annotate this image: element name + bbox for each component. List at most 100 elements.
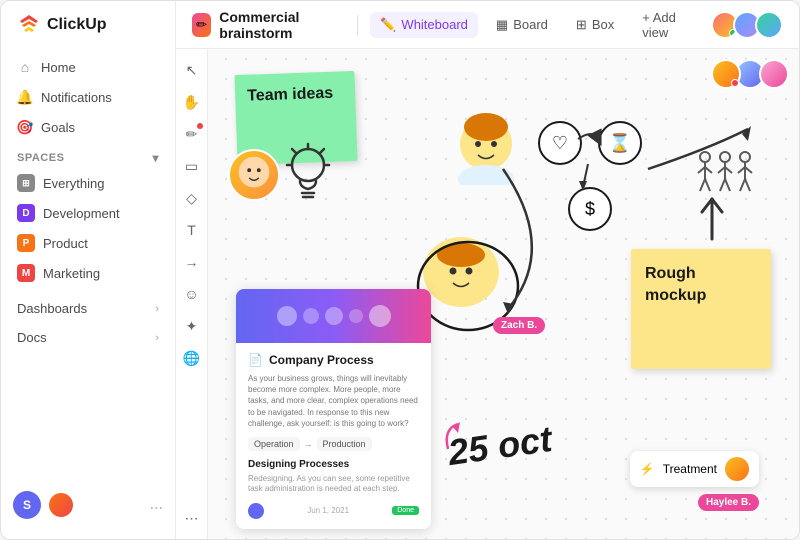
diagram-heart: ♡ [538,121,582,165]
logo[interactable]: ClickUp [1,13,175,53]
whiteboard-icon: ✏️ [380,17,396,33]
flow-from: Operation [248,437,300,451]
tool-sparkle[interactable]: ✦ [179,313,205,339]
card-fig-2 [303,308,319,324]
diagram-hourglass: ⌛ [598,121,642,165]
process-card: 📄 Company Process As your business grows… [236,289,431,529]
treatment-icon: ⚡ [640,462,655,476]
person-face-1 [228,149,280,201]
tool-text[interactable]: T [179,217,205,243]
tool-arrow[interactable]: → [179,249,205,275]
main: ✏ Commercial brainstorm ✏️ Whiteboard ▦ … [176,1,799,539]
card-desc: As your business grows, things will inev… [248,373,419,429]
breadcrumb-title: Commercial brainstorm [219,9,345,41]
home-icon: ⌂ [17,59,33,75]
online-dot-1 [731,79,739,87]
bell-icon: 🔔 [17,89,33,105]
tab-box[interactable]: ⊞ Box [566,12,624,38]
card-fig-5 [369,305,391,327]
sidebar: ClickUp ⌂ Home 🔔 Notifications 🎯 Goals S… [1,1,176,539]
person-avatar-3 [759,59,789,89]
people-group [711,59,789,89]
diagram-dollar: $ [568,187,612,231]
person-3 [423,237,499,307]
card-fig-4 [349,309,363,323]
canvas: ↖ ✋ ✏ ▭ ◇ T → ☺ ✦ 🌐 ⋯ [176,49,799,539]
sidebar-footer: S ... [1,483,175,527]
card-flow: Operation → Production [248,437,419,451]
spaces-header: Spaces ▾ [1,141,175,169]
sidebar-item-notifications[interactable]: 🔔 Notifications [9,83,167,111]
haylee-badge: Haylee B. [698,494,759,511]
sidebar-bottom: Dashboards › Docs › [1,287,175,351]
add-view-button[interactable]: + Add view [632,5,703,45]
card-fig-3 [325,307,343,325]
app-container: ClickUp ⌂ Home 🔔 Notifications 🎯 Goals S… [0,0,800,540]
sidebar-item-goals[interactable]: 🎯 Goals [9,113,167,141]
goals-icon: 🎯 [17,119,33,135]
logo-text: ClickUp [47,16,107,34]
zach-badge: Zach B. [493,317,545,334]
dashboards-section[interactable]: Dashboards › [9,295,167,322]
person-face-2 [448,99,524,185]
spaces-collapse-icon[interactable]: ▾ [152,151,159,165]
card-fig-1 [277,306,297,326]
canvas-toolbar: ↖ ✋ ✏ ▭ ◇ T → ☺ ✦ 🌐 ⋯ [176,49,208,539]
card-avatar [248,503,264,519]
sticky-yellow-text: Rough mockup [645,265,706,304]
tool-diamond[interactable]: ◇ [179,185,205,211]
card-title-row: 📄 Company Process [248,353,419,367]
tab-whiteboard[interactable]: ✏️ Whiteboard [370,12,478,38]
card-title-icon: 📄 [248,353,263,367]
tool-cursor[interactable]: ↖ [179,57,205,83]
marketing-badge: M [17,264,35,282]
sidebar-item-marketing[interactable]: M Marketing [9,259,167,287]
sidebar-item-development[interactable]: D Development [9,199,167,227]
everything-badge: ⊞ [17,174,35,192]
tool-dot [197,123,203,129]
card-subdesc: Redesigning. As you can see, some repeti… [248,474,419,495]
topbar-divider [357,15,358,35]
flow-arrow: → [304,439,313,449]
up-arrow-sketch [697,194,727,251]
card-subtitle: Designing Processes [248,459,419,470]
spaces-list: ⊞ Everything D Development P Product M M… [1,169,175,287]
docs-chevron: › [155,332,159,344]
tool-more[interactable]: ⋯ [179,505,205,531]
treatment-card: ⚡ Treatment [630,451,759,487]
tab-board[interactable]: ▦ Board [486,12,558,38]
lightbulb-sketch [280,139,336,214]
card-header [236,289,431,343]
user-avatar[interactable]: S [13,491,41,519]
sticky-green-text: Team ideas [247,85,334,105]
sidebar-item-everything[interactable]: ⊞ Everything [9,169,167,197]
development-badge: D [17,204,35,222]
topbar: ✏ Commercial brainstorm ✏️ Whiteboard ▦ … [176,1,799,49]
person-2 [448,99,524,185]
person-avatar-1 [711,59,741,89]
topbar-avatar-3 [755,11,783,39]
footer-dots[interactable]: ... [150,496,163,514]
tool-pencil[interactable]: ✏ [179,121,205,147]
tool-rectangle[interactable]: ▭ [179,153,205,179]
date-arrow [438,419,478,459]
tool-hand[interactable]: ✋ [179,89,205,115]
tool-emoji[interactable]: ☺ [179,281,205,307]
sidebar-item-home[interactable]: ⌂ Home [9,53,167,81]
card-title: Company Process [269,353,374,367]
topbar-avatars [711,11,783,39]
canvas-content: Team ideas [208,49,799,539]
treatment-label: Treatment [663,462,717,476]
flow-to: Production [317,437,372,451]
tool-globe[interactable]: 🌐 [179,345,205,371]
box-icon: ⊞ [576,17,587,33]
breadcrumb-icon: ✏ [192,13,211,37]
docs-section[interactable]: Docs › [9,324,167,351]
product-badge: P [17,234,35,252]
board-icon: ▦ [496,17,508,33]
card-footer: Jun 1, 2021 Done [248,503,419,519]
card-body: 📄 Company Process As your business grows… [236,343,431,529]
card-badge: Done [392,506,419,515]
sidebar-nav: ⌂ Home 🔔 Notifications 🎯 Goals [1,53,175,141]
sidebar-item-product[interactable]: P Product [9,229,167,257]
